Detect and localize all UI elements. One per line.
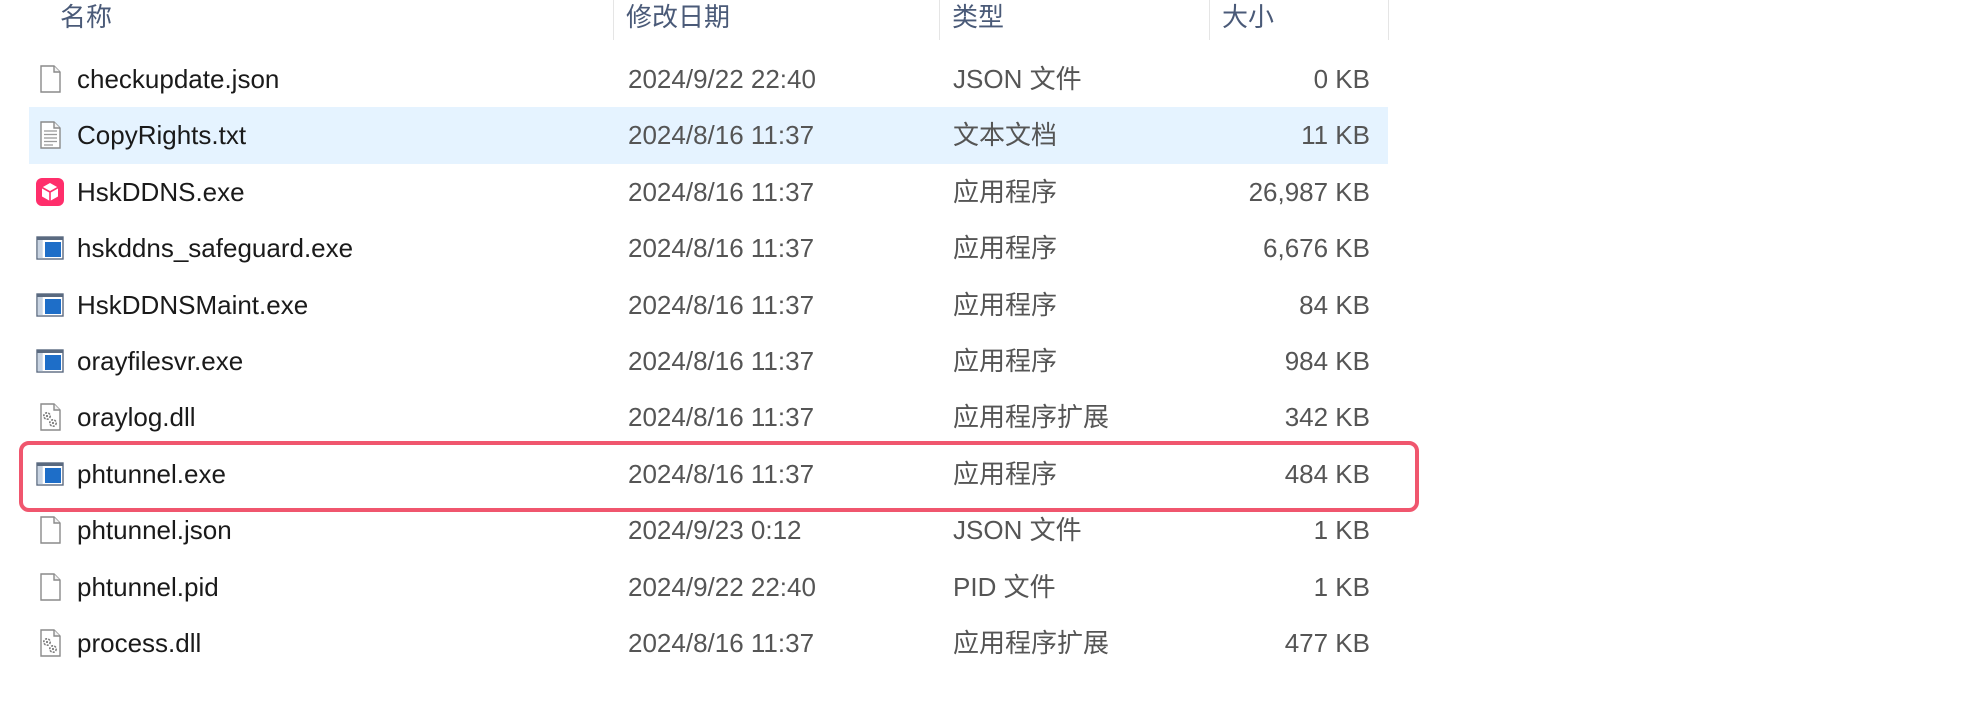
file-size: 477 KB <box>1284 627 1370 658</box>
file-size: 342 KB <box>1284 402 1370 433</box>
file-name: checkupdate.json <box>77 64 280 94</box>
column-header-name[interactable]: 名称 <box>48 0 608 40</box>
file-type: 应用程序 <box>953 289 1058 320</box>
file-list: checkupdate.json 2024/9/22 22:40 JSON 文件 0 … <box>29 51 1388 671</box>
highlight-annotation-box <box>19 441 1419 512</box>
file-modified-date: 2024/8/16 11:37 <box>628 176 815 207</box>
file-size: 11 KB <box>1301 120 1370 151</box>
file-type: PID 文件 <box>953 571 1056 602</box>
file-modified-date: 2024/8/16 11:37 <box>628 289 815 320</box>
column-header-type[interactable]: 类型 <box>940 0 1208 40</box>
column-header-size[interactable]: 大小 <box>1210 0 1388 40</box>
file-name: oraylog.dll <box>77 402 196 433</box>
file-size: 84 KB <box>1299 289 1370 320</box>
file-modified-date: 2024/9/22 22:40 <box>628 64 816 94</box>
dll-gear-icon <box>35 628 65 658</box>
dll-gear-icon <box>35 402 65 432</box>
blank-file-icon <box>35 64 65 94</box>
file-name: phtunnel.pid <box>77 571 219 602</box>
column-header-date[interactable]: 修改日期 <box>614 0 939 40</box>
file-type: 应用程序扩展 <box>953 627 1110 658</box>
file-row[interactable]: HskDDNS.exe 2024/8/16 11:37 应用程序 26,987 KB <box>29 164 1388 220</box>
file-row[interactable]: CopyRights.txt 2024/8/16 11:37 文本文档 11 KB <box>29 107 1388 164</box>
column-header-row: 名称 修改日期 类型 大小 <box>0 0 1400 40</box>
file-name: orayfilesvr.exe <box>77 345 244 376</box>
file-size: 1 KB <box>1313 571 1370 602</box>
file-name: HskDDNS.exe <box>77 176 245 207</box>
exe-window-icon <box>35 233 65 263</box>
file-name: hskddns_safeguard.exe <box>77 233 354 264</box>
file-row[interactable]: process.dll 2024/8/16 11:37 应用程序扩展 477 KB <box>29 615 1388 671</box>
blank-file-icon <box>35 572 65 602</box>
file-size: 6,676 KB <box>1263 233 1370 264</box>
blank-file-icon <box>35 515 65 545</box>
file-name: HskDDNSMaint.exe <box>77 289 309 320</box>
file-row[interactable]: oraylog.dll 2024/8/16 11:37 应用程序扩展 342 KB <box>29 389 1388 445</box>
file-row[interactable]: phtunnel.pid 2024/9/22 22:40 PID 文件 1 KB <box>29 559 1388 615</box>
file-type: 应用程序 <box>953 176 1058 207</box>
file-type: 应用程序 <box>953 345 1058 376</box>
column-divider[interactable] <box>1388 0 1389 40</box>
file-modified-date: 2024/8/16 11:37 <box>628 233 815 264</box>
file-row[interactable]: checkupdate.json 2024/9/22 22:40 JSON 文件 0 … <box>29 51 1388 107</box>
file-modified-date: 2024/8/16 11:37 <box>628 402 815 433</box>
file-type: 应用程序 <box>953 233 1058 264</box>
file-modified-date: 2024/8/16 11:37 <box>628 120 815 151</box>
file-modified-date: 2024/8/16 11:37 <box>628 345 815 376</box>
exe-window-icon <box>35 346 65 376</box>
file-size: 984 KB <box>1284 345 1370 376</box>
file-row[interactable]: HskDDNSMaint.exe 2024/8/16 11:37 应用程序 84 KB <box>29 277 1388 333</box>
file-type: JSON 文件 <box>953 64 1082 94</box>
file-size: 0 KB <box>1313 64 1370 94</box>
file-type: 应用程序扩展 <box>953 402 1110 433</box>
text-file-icon <box>35 120 65 150</box>
file-explorer-list: 名称 修改日期 类型 大小 checkupdate.json 2024/9/22 … <box>0 0 1980 718</box>
file-row[interactable]: hskddns_safeguard.exe 2024/8/16 11:37 应用程序… <box>29 220 1388 276</box>
file-modified-date: 2024/8/16 11:37 <box>628 627 815 658</box>
file-modified-date: 2024/9/22 22:40 <box>628 571 816 602</box>
exe-window-icon <box>35 290 65 320</box>
file-name: CopyRights.txt <box>77 120 247 151</box>
file-name: process.dll <box>77 627 202 658</box>
file-size: 26,987 KB <box>1248 176 1370 207</box>
file-row[interactable]: orayfilesvr.exe 2024/8/16 11:37 应用程序 984 KB <box>29 333 1388 389</box>
file-type: 文本文档 <box>953 120 1058 151</box>
hskddns-app-icon <box>35 177 65 207</box>
